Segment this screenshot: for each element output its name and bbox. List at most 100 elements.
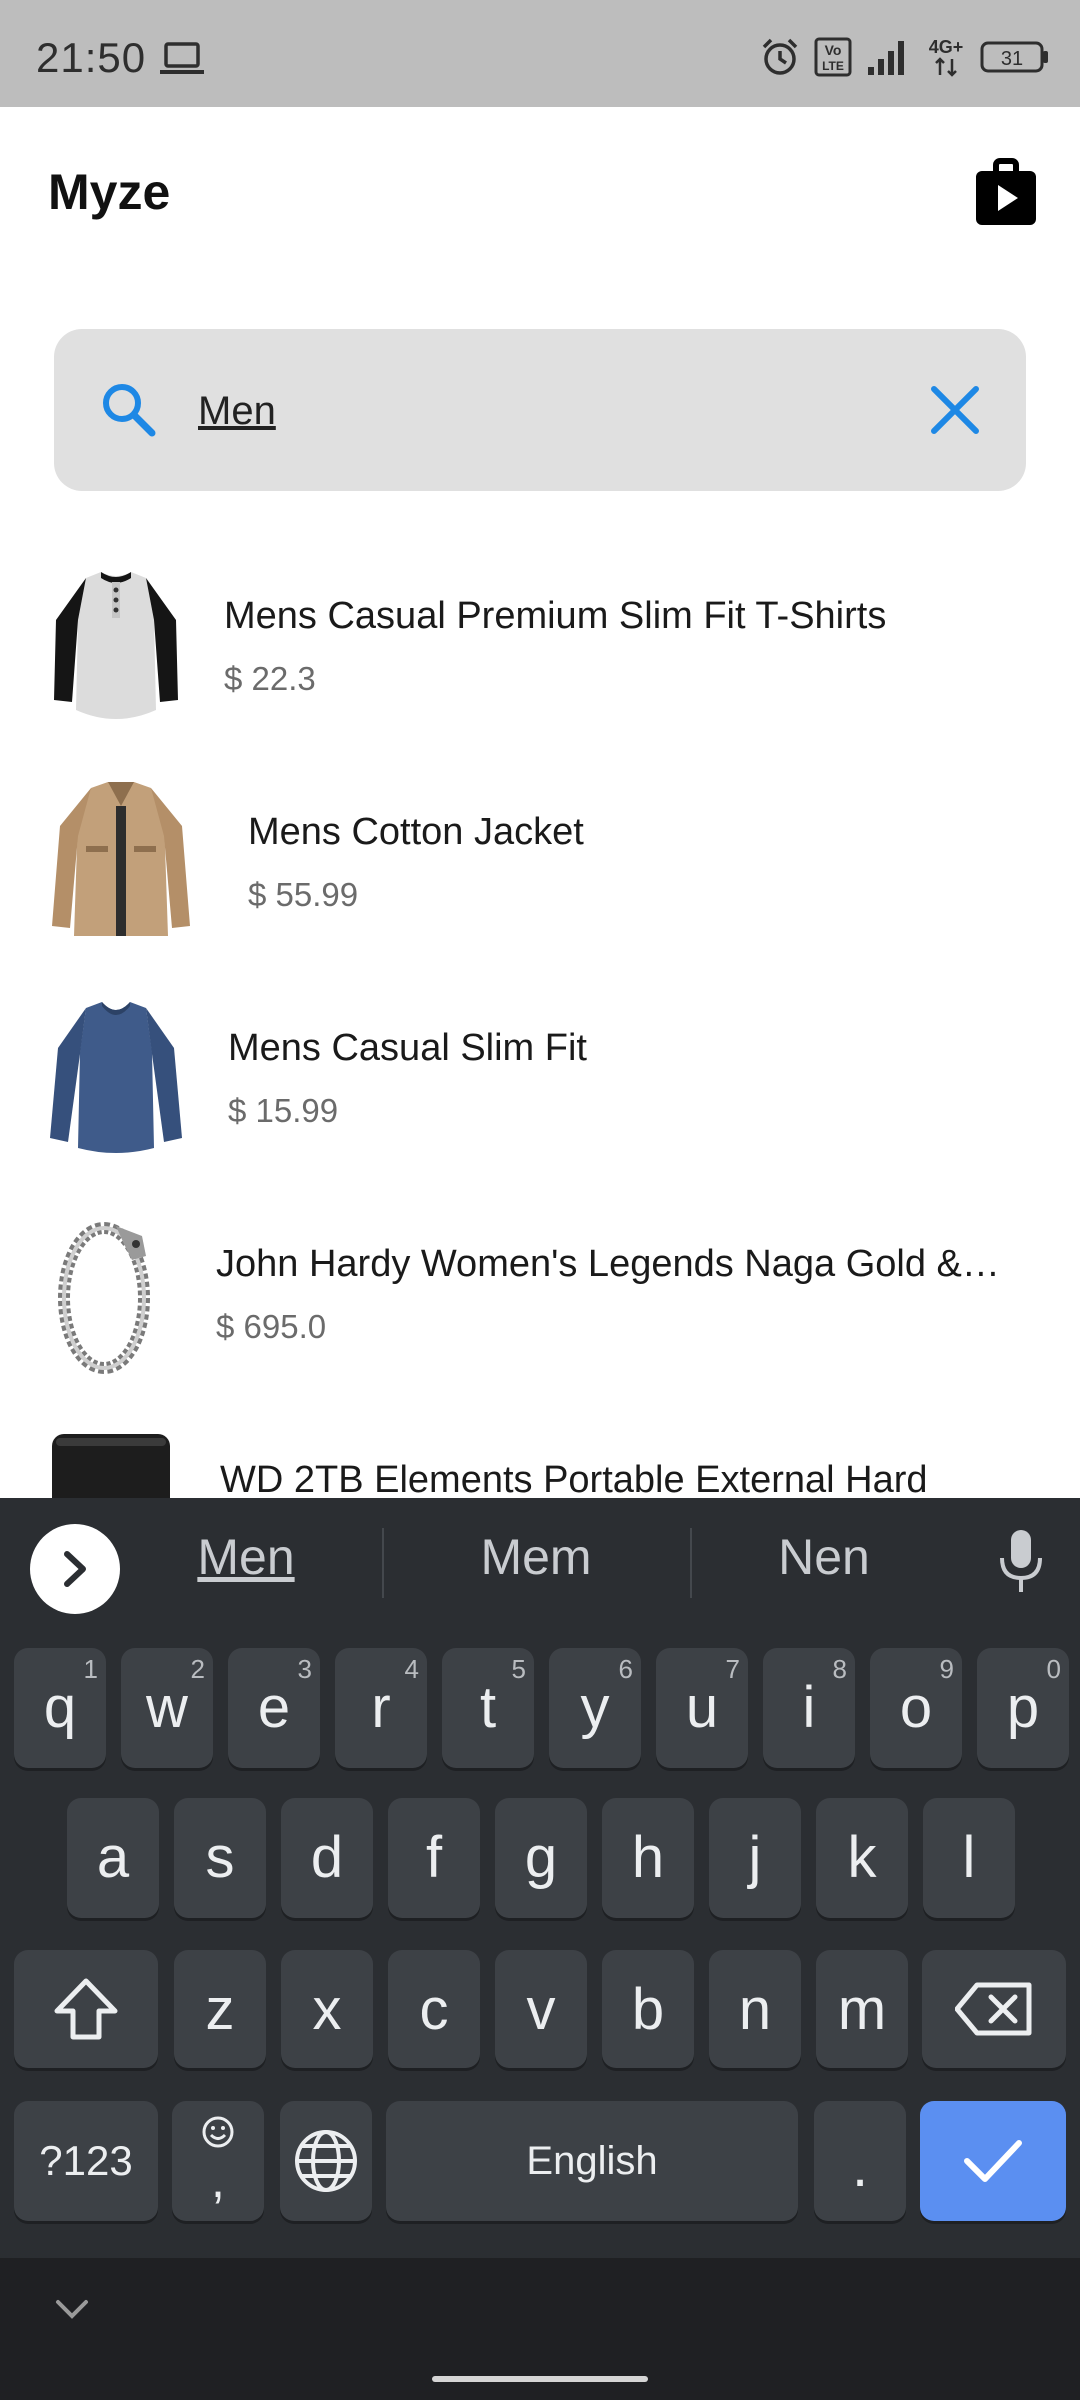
key-label: e: [257, 1675, 291, 1740]
key-o[interactable]: 9o: [870, 1648, 962, 1768]
enter-key[interactable]: [920, 2101, 1066, 2221]
app-title: Myze: [48, 164, 171, 220]
key-q[interactable]: 1q: [14, 1648, 106, 1768]
product-name: Mens Cotton Jacket: [248, 811, 584, 853]
key-label: h: [631, 1825, 665, 1890]
list-item[interactable]: Mens Cotton Jacket $ 55.99: [0, 756, 1080, 956]
key-e[interactable]: 3e: [228, 1648, 320, 1768]
key-x[interactable]: x: [281, 1950, 373, 2068]
period-key[interactable]: .: [814, 2101, 906, 2221]
key-b[interactable]: b: [602, 1950, 694, 2068]
app-header: Myze: [0, 107, 1080, 277]
search-icon: [103, 384, 156, 437]
svg-text:31: 31: [1001, 48, 1023, 70]
key-r[interactable]: 4r: [335, 1648, 427, 1768]
key-k[interactable]: k: [816, 1798, 908, 1918]
key-label: i: [802, 1675, 816, 1740]
suggestion-divider: [382, 1528, 384, 1598]
key-label: l: [962, 1825, 976, 1890]
key-label: s: [205, 1825, 235, 1890]
key-label: c: [419, 1977, 449, 2042]
shift-key[interactable]: [14, 1950, 158, 2068]
laptop-icon: [160, 42, 204, 74]
suggestion-divider: [690, 1528, 692, 1598]
network-4g-icon: 4G+: [929, 37, 963, 77]
chevron-right-icon: [64, 1551, 86, 1587]
khaki-jacket-image: [52, 782, 190, 936]
key-y[interactable]: 6y: [549, 1648, 641, 1768]
product-price: $ 15.99: [228, 1092, 339, 1129]
microphone-icon[interactable]: [998, 1528, 1044, 1594]
alarm-icon: [762, 38, 798, 75]
suggestion-3[interactable]: Nen: [694, 1528, 954, 1586]
key-label: o: [899, 1675, 933, 1740]
home-handle[interactable]: [432, 2376, 648, 2382]
emoji-comma-key[interactable]: ,: [172, 2101, 264, 2221]
key-s[interactable]: s: [174, 1798, 266, 1918]
suggestion-2[interactable]: Mem: [406, 1528, 666, 1586]
key-w[interactable]: 2w: [121, 1648, 213, 1768]
shift-icon: [54, 1978, 118, 2040]
key-label: t: [479, 1675, 497, 1740]
key-m[interactable]: m: [816, 1950, 908, 2068]
key-n[interactable]: n: [709, 1950, 801, 2068]
key-u[interactable]: 7u: [656, 1648, 748, 1768]
shopping-bag-play-icon[interactable]: [974, 157, 1038, 227]
product-name: WD 2TB Elements Portable External Hard: [220, 1459, 928, 1498]
key-h[interactable]: h: [602, 1798, 694, 1918]
key-label: j: [748, 1825, 762, 1890]
expand-toolbar-button[interactable]: [30, 1524, 120, 1614]
key-i[interactable]: 8i: [763, 1648, 855, 1768]
key-z[interactable]: z: [174, 1950, 266, 2068]
black-hard-drive-image: [52, 1434, 170, 1498]
key-label: u: [685, 1675, 719, 1740]
key-c[interactable]: c: [388, 1950, 480, 2068]
space-key[interactable]: English: [386, 2101, 798, 2221]
globe-icon: [295, 2130, 357, 2192]
navigation-bar: [0, 2258, 1080, 2400]
key-label: v: [526, 1977, 556, 2042]
key-label: d: [310, 1825, 344, 1890]
signal-icon: [868, 41, 904, 75]
product-name: Mens Casual Premium Slim Fit T-Shirts: [224, 595, 887, 637]
battery-icon: 31: [980, 41, 1048, 73]
symbols-key[interactable]: ?123: [14, 2101, 158, 2221]
product-name: Mens Casual Slim Fit: [228, 1027, 587, 1069]
language-key[interactable]: [280, 2101, 372, 2221]
key-label: z: [205, 1977, 235, 2042]
list-item[interactable]: Mens Casual Premium Slim Fit T-Shirts $ …: [0, 540, 1080, 740]
key-v[interactable]: v: [495, 1950, 587, 2068]
suggestion-1[interactable]: Men: [116, 1528, 376, 1586]
key-label: f: [425, 1825, 443, 1890]
key-label: y: [580, 1675, 610, 1740]
key-a[interactable]: a: [67, 1798, 159, 1918]
product-list[interactable]: Mens Casual Premium Slim Fit T-Shirts $ …: [0, 540, 1080, 1498]
key-d[interactable]: d: [281, 1798, 373, 1918]
close-icon[interactable]: [928, 383, 982, 437]
key-label: a: [96, 1825, 130, 1890]
key-l[interactable]: l: [923, 1798, 1015, 1918]
key-label: k: [847, 1825, 877, 1890]
key-t[interactable]: 5t: [442, 1648, 534, 1768]
key-label: p: [1006, 1675, 1040, 1740]
svg-text:Vo: Vo: [825, 42, 842, 58]
product-name: John Hardy Women's Legends Naga Gold &…: [216, 1243, 1000, 1285]
list-item[interactable]: Mens Casual Slim Fit $ 15.99: [0, 972, 1080, 1172]
keyboard: Men Mem Nen ?123 , English . 1 q 2 w 3 e…: [0, 1498, 1080, 2258]
key-label: x: [312, 1977, 342, 2042]
product-price: $ 695.0: [216, 1308, 327, 1345]
key-p[interactable]: 0p: [977, 1648, 1069, 1768]
key-label: m: [837, 1977, 887, 2042]
svg-text:LTE: LTE: [822, 59, 844, 73]
key-j[interactable]: j: [709, 1798, 801, 1918]
key-g[interactable]: g: [495, 1798, 587, 1918]
search-box[interactable]: [54, 329, 1026, 491]
search-input[interactable]: [198, 379, 938, 443]
hide-keyboard-icon[interactable]: [54, 2298, 90, 2322]
suggestion-bar: Men Mem Nen: [0, 1498, 1080, 1628]
backspace-key[interactable]: [922, 1950, 1066, 2068]
list-item[interactable]: WD 2TB Elements Portable External Hard: [0, 1404, 1080, 1498]
key-f[interactable]: f: [388, 1798, 480, 1918]
key-label: g: [524, 1825, 558, 1890]
list-item[interactable]: John Hardy Women's Legends Naga Gold &… …: [0, 1188, 1080, 1388]
